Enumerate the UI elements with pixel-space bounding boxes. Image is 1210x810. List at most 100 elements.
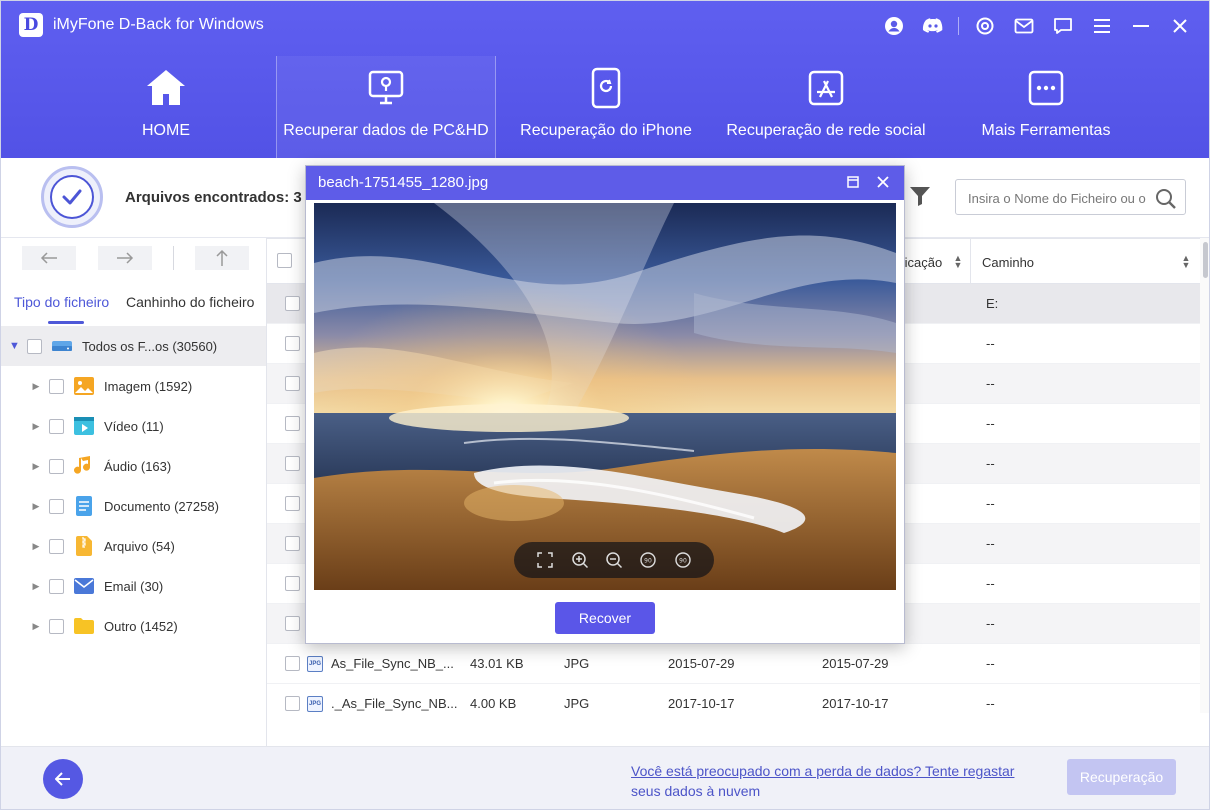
header: D iMyFone D-Back for Windows HOME Recupe…: [1, 1, 1209, 158]
expand-caret-icon[interactable]: ▶: [31, 461, 41, 472]
close-icon[interactable]: [876, 175, 890, 193]
nav-social-recovery[interactable]: Recuperação de rede social: [716, 56, 936, 158]
cell-created: 2015-07-29: [668, 656, 735, 671]
expand-caret-icon[interactable]: ▶: [31, 581, 41, 592]
zoom-out-icon[interactable]: [603, 549, 625, 571]
table-row[interactable]: JPG As_File_Sync_NB_... 43.01 KB JPG 201…: [267, 644, 1200, 684]
tab-file-path[interactable]: Canhinho do ficheiro: [126, 294, 254, 310]
filter-icon[interactable]: [908, 185, 932, 212]
tree-item-document[interactable]: ▶ Documento (27258): [1, 486, 266, 526]
expand-caret-icon[interactable]: ▼: [9, 340, 20, 352]
up-arrow-icon[interactable]: [195, 246, 249, 270]
beach-photo: [314, 203, 896, 590]
scrollbar-thumb[interactable]: [1203, 242, 1208, 278]
recover-button[interactable]: Recuperação: [1067, 759, 1176, 795]
tree-item-video[interactable]: ▶ Vídeo (11): [1, 406, 266, 446]
cell-path: --: [986, 416, 995, 431]
nav-iphone-recovery[interactable]: Recuperação do iPhone: [496, 56, 716, 158]
cloud-link-line1[interactable]: Você está preocupado com a perda de dado…: [631, 761, 1051, 781]
sort-icon[interactable]: ▲ ▼: [1181, 254, 1191, 270]
row-checkbox[interactable]: [285, 616, 300, 631]
discord-icon[interactable]: [920, 13, 946, 39]
column-header-modified-label: ficação: [901, 254, 943, 270]
back-button[interactable]: [43, 759, 83, 799]
row-checkbox[interactable]: [285, 656, 300, 671]
rotate-left-icon[interactable]: 90: [637, 549, 659, 571]
cell-modified: 2017-10-17: [822, 696, 889, 711]
row-checkbox[interactable]: [285, 376, 300, 391]
back-arrow-icon: [55, 772, 70, 786]
table-row[interactable]: JPG ._As_File_Sync_NB... 4.00 KB JPG 201…: [267, 684, 1200, 713]
nav-pc-recovery[interactable]: Recuperar dados de PC&HD: [276, 56, 496, 158]
expand-caret-icon[interactable]: ▶: [31, 541, 41, 552]
close-icon[interactable]: [1167, 13, 1193, 39]
tree-item-all-files[interactable]: ▼ Todos os F...os (30560): [1, 326, 266, 366]
tree-item-archive[interactable]: ▶ Arquivo (54): [1, 526, 266, 566]
left-panel: Tipo do ficheiro Canhinho do ficheiro ▼ …: [1, 238, 267, 746]
settings-icon[interactable]: [972, 13, 998, 39]
tree-item-image[interactable]: ▶ Imagem (1592): [1, 366, 266, 406]
row-checkbox[interactable]: [285, 536, 300, 551]
cloud-link-line2[interactable]: seus dados à nuvem: [631, 781, 1051, 801]
mail-icon[interactable]: [1011, 13, 1037, 39]
tree-checkbox[interactable]: [27, 338, 42, 354]
chat-icon[interactable]: [1050, 13, 1076, 39]
expand-caret-icon[interactable]: ▶: [31, 621, 41, 632]
zoom-in-icon[interactable]: [569, 549, 591, 571]
tree-item-other[interactable]: ▶ Outro (1452): [1, 606, 266, 646]
expand-caret-icon[interactable]: ▶: [31, 421, 41, 432]
row-checkbox[interactable]: [285, 456, 300, 471]
rotate-right-icon[interactable]: 90: [672, 549, 694, 571]
cell-modified: 2015-07-29: [822, 656, 889, 671]
table-scrollbar[interactable]: [1200, 238, 1209, 713]
tab-file-type[interactable]: Tipo do ficheiro: [14, 294, 109, 310]
back-arrow-icon[interactable]: [22, 246, 76, 270]
search-input[interactable]: [968, 188, 1154, 208]
minimize-icon[interactable]: [1128, 13, 1154, 39]
row-checkbox[interactable]: [285, 696, 300, 711]
cell-path: --: [986, 696, 995, 711]
cell-type: JPG: [564, 696, 590, 711]
expand-caret-icon[interactable]: ▶: [31, 381, 41, 392]
fullscreen-icon[interactable]: [534, 549, 556, 571]
row-checkbox[interactable]: [285, 576, 300, 591]
tree-checkbox[interactable]: [49, 418, 64, 434]
menu-icon[interactable]: [1089, 13, 1115, 39]
cell-path: --: [986, 576, 995, 591]
row-checkbox[interactable]: [285, 296, 300, 311]
tree-checkbox[interactable]: [49, 578, 64, 594]
home-icon: [144, 66, 188, 110]
tree-item-audio[interactable]: ▶ Áudio (163): [1, 446, 266, 486]
cell-size: 43.01 KB: [470, 656, 524, 671]
expand-caret-icon[interactable]: ▶: [31, 501, 41, 512]
tree-checkbox[interactable]: [49, 458, 64, 474]
tree-checkbox[interactable]: [49, 618, 64, 634]
nav-more-tools[interactable]: Mais Ferramentas: [936, 56, 1156, 158]
tree-checkbox[interactable]: [49, 498, 64, 514]
row-checkbox[interactable]: [285, 416, 300, 431]
sort-icon[interactable]: ▲ ▼: [953, 254, 963, 270]
search-icon[interactable]: [1155, 188, 1177, 215]
bottom-bar: Você está preocupado com a perda de dado…: [1, 746, 1209, 809]
select-all-checkbox[interactable]: [277, 253, 292, 268]
active-tab-indicator: [48, 321, 84, 324]
row-checkbox[interactable]: [285, 496, 300, 511]
appstore-icon: [806, 66, 846, 110]
cloud-backup-link[interactable]: Você está preocupado com a perda de dado…: [631, 761, 1051, 801]
tree-item-email[interactable]: ▶ Email (30): [1, 566, 266, 606]
folder-icon: [73, 615, 95, 637]
cell-name: As_File_Sync_NB_...: [331, 656, 454, 671]
image-icon: [73, 375, 95, 397]
preview-recover-button[interactable]: Recover: [555, 602, 655, 634]
column-header-modified[interactable]: ficação: [901, 239, 942, 285]
restore-icon[interactable]: [846, 175, 860, 193]
tree-item-label: Todos os F...os (30560): [82, 338, 218, 354]
column-header-path[interactable]: Caminho: [982, 239, 1034, 285]
row-checkbox[interactable]: [285, 336, 300, 351]
cell-path: --: [986, 536, 995, 551]
nav-home[interactable]: HOME: [56, 56, 276, 158]
user-icon[interactable]: [881, 13, 907, 39]
forward-arrow-icon[interactable]: [98, 246, 152, 270]
tree-checkbox[interactable]: [49, 378, 64, 394]
tree-checkbox[interactable]: [49, 538, 64, 554]
